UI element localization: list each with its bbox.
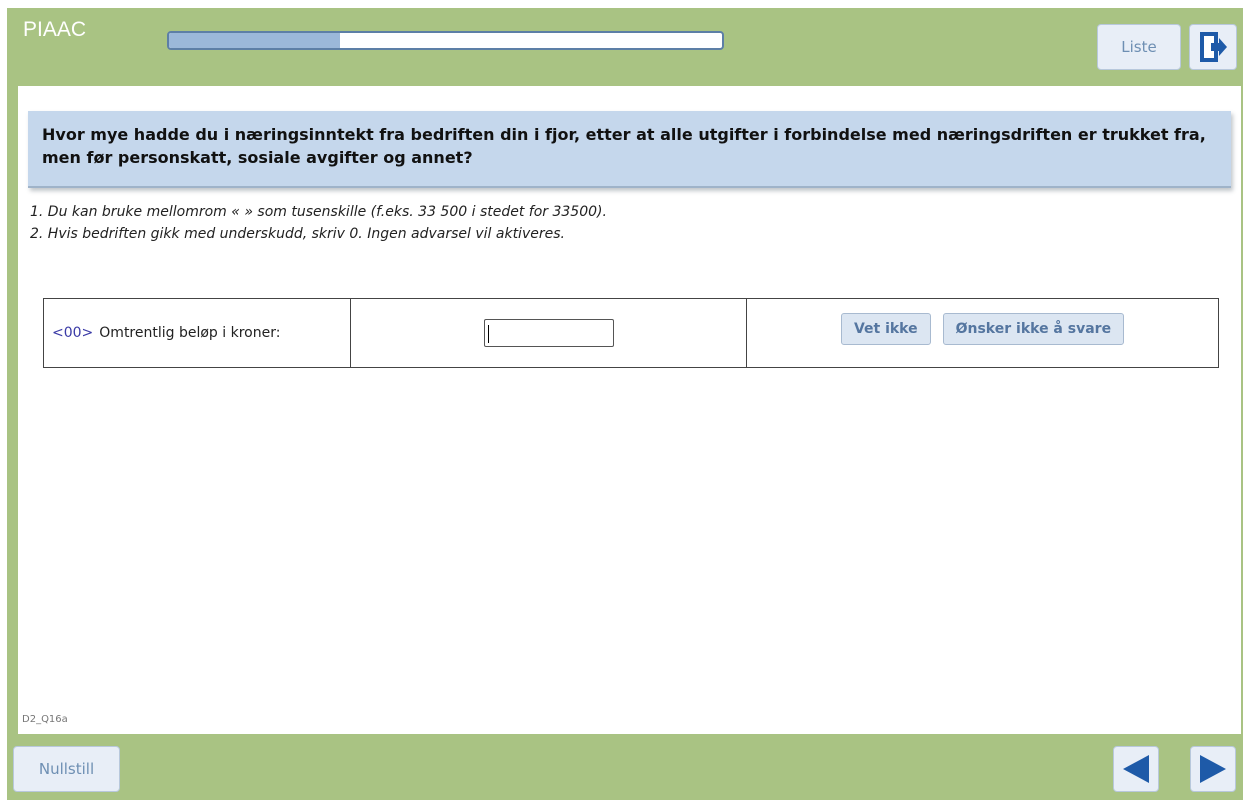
instruction-1: 1. Du kan bruke mellomrom « » som tusens… [30,204,607,220]
progress-bar [167,31,724,50]
arrow-right-icon [1200,755,1226,783]
answer-table: <00> Omtrentlig beløp i kroner: Vet ikke… [43,298,1219,368]
text-cursor [488,325,489,343]
exit-button[interactable] [1189,24,1237,70]
answer-input-cell [351,299,747,367]
answer-label-cell: <00> Omtrentlig beløp i kroner: [44,299,351,367]
amount-input[interactable] [483,319,614,347]
top-bar: PIAAC Liste [7,8,1243,84]
progress-fill [169,33,341,48]
app-frame: PIAAC Liste Hvor mye hadde du i næringsi… [7,8,1243,800]
onsker-ikke-svare-button[interactable]: Ønsker ikke å svare [942,313,1125,345]
question-content: Hvor mye hadde du i næringsinntekt fra b… [18,86,1241,734]
liste-button[interactable]: Liste [1097,24,1181,70]
question-text: Hvor mye hadde du i næringsinntekt fra b… [28,111,1231,188]
answer-code: <00> [52,325,94,341]
answer-buttons-cell: Vet ikke Ønsker ikke å svare [747,299,1218,367]
exit-door-icon [1200,32,1227,62]
arrow-left-icon [1123,755,1149,783]
app-title: PIAAC [23,18,87,41]
instruction-2: 2. Hvis bedriften gikk med underskudd, s… [30,226,565,242]
nullstill-button[interactable]: Nullstill [13,746,120,792]
instructions: 1. Du kan bruke mellomrom « » som tusens… [30,201,607,245]
screen-id: D2_Q16a [22,714,68,725]
next-button[interactable] [1190,746,1236,792]
answer-label: Omtrentlig beløp i kroner: [99,325,281,341]
back-button[interactable] [1113,746,1159,792]
vet-ikke-button[interactable]: Vet ikke [840,313,931,345]
